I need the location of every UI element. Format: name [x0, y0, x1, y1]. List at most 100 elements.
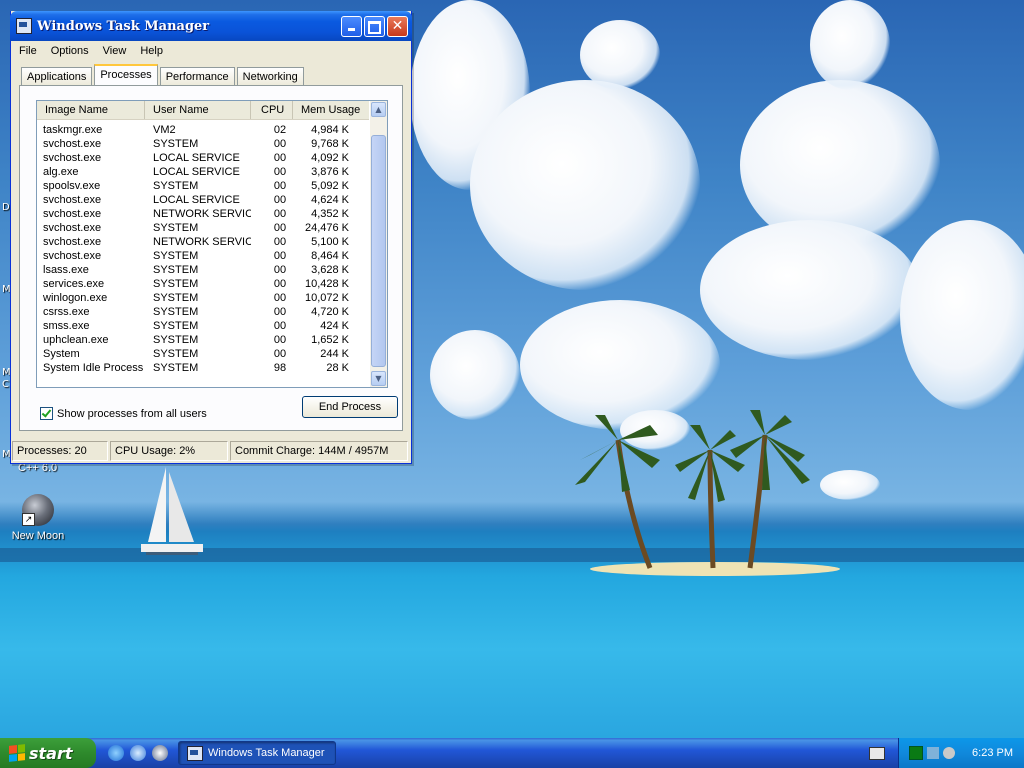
process-user-name: SYSTEM: [153, 222, 199, 234]
arrow-up-icon: ▲: [375, 105, 382, 114]
task-manager-window: Windows Task Manager ✕ File Options View…: [10, 11, 412, 464]
process-user-name: SYSTEM: [153, 348, 199, 360]
outlook-express-icon[interactable]: [130, 745, 146, 761]
scroll-thumb[interactable]: [371, 135, 386, 367]
shortcut-arrow-icon: ↗: [22, 513, 35, 526]
cloud: [820, 470, 880, 500]
keyboard-icon[interactable]: [869, 747, 885, 760]
process-row[interactable]: services.exe SYSTEM 00 10,428 K: [37, 277, 369, 291]
cpu-meter-icon[interactable]: [909, 746, 923, 760]
start-button[interactable]: start: [0, 738, 96, 768]
process-cpu: 00: [273, 306, 287, 318]
desktop-icon-new-moon[interactable]: ↗ New Moon: [8, 494, 68, 542]
process-row[interactable]: svchost.exe SYSTEM 00 9,768 K: [37, 137, 369, 151]
process-image-name: winlogon.exe: [43, 292, 108, 304]
desktop-edge-fragment: C: [2, 379, 9, 390]
menu-bar: File Options View Help: [11, 41, 411, 60]
process-mem-usage: 24,476 K: [304, 222, 349, 234]
process-row[interactable]: svchost.exe SYSTEM 00 24,476 K: [37, 221, 369, 235]
process-row[interactable]: alg.exe LOCAL SERVICE 00 3,876 K: [37, 165, 369, 179]
process-cpu: 00: [273, 180, 287, 192]
internet-explorer-icon[interactable]: [108, 745, 124, 761]
menu-file[interactable]: File: [11, 45, 43, 57]
process-mem-usage: 10,428 K: [304, 278, 349, 290]
process-image-name: svchost.exe: [43, 222, 102, 234]
tab-strip: Applications Processes Performance Netwo…: [21, 64, 306, 87]
maximize-button[interactable]: [364, 16, 385, 37]
process-row[interactable]: System Idle Process SYSTEM 98 28 K: [37, 361, 369, 375]
process-mem-usage: 4,624 K: [311, 194, 349, 206]
show-all-users-option[interactable]: Show processes from all users: [40, 407, 207, 420]
close-button[interactable]: ✕: [387, 16, 408, 37]
sailboat-image: [141, 467, 203, 555]
process-user-name: SYSTEM: [153, 292, 199, 304]
process-image-name: svchost.exe: [43, 208, 102, 220]
process-row[interactable]: svchost.exe NETWORK SERVICE 00 4,352 K: [37, 207, 369, 221]
task-manager-icon: [16, 18, 32, 34]
show-all-users-checkbox[interactable]: [40, 407, 53, 420]
process-cpu: 00: [273, 348, 287, 360]
process-cpu: 00: [273, 264, 287, 276]
taskbar-button-task-manager[interactable]: Windows Task Manager: [178, 741, 336, 765]
column-cpu[interactable]: CPU: [251, 101, 293, 119]
menu-options[interactable]: Options: [43, 45, 95, 57]
title-bar[interactable]: Windows Task Manager ✕: [10, 11, 412, 41]
moon-icon: ↗: [22, 494, 54, 526]
process-row[interactable]: svchost.exe NETWORK SERVICE 00 5,100 K: [37, 235, 369, 249]
process-cpu: 98: [273, 362, 287, 374]
process-row[interactable]: taskmgr.exe VM2 02 4,984 K: [37, 123, 369, 137]
process-mem-usage: 244 K: [320, 348, 349, 360]
column-mem-usage[interactable]: Mem Usage: [293, 101, 369, 119]
process-row[interactable]: svchost.exe LOCAL SERVICE 00 4,624 K: [37, 193, 369, 207]
system-tray: 6:23 PM: [898, 738, 1024, 768]
column-image-name[interactable]: Image Name: [37, 101, 145, 119]
process-image-name: alg.exe: [43, 166, 79, 178]
scroll-up-button[interactable]: ▲: [371, 102, 386, 117]
process-mem-usage: 8,464 K: [311, 250, 349, 262]
process-mem-usage: 28 K: [326, 362, 349, 374]
process-user-name: NETWORK SERVICE: [153, 208, 251, 220]
process-image-name: smss.exe: [43, 320, 90, 332]
process-mem-usage: 4,984 K: [311, 124, 349, 136]
process-cpu: 00: [273, 320, 287, 332]
process-mem-usage: 5,092 K: [311, 180, 349, 192]
process-row[interactable]: svchost.exe SYSTEM 00 8,464 K: [37, 249, 369, 263]
volume-icon[interactable]: [943, 747, 955, 759]
process-user-name: SYSTEM: [153, 264, 199, 276]
process-row[interactable]: uphclean.exe SYSTEM 00 1,652 K: [37, 333, 369, 347]
process-row[interactable]: spoolsv.exe SYSTEM 00 5,092 K: [37, 179, 369, 193]
process-user-name: SYSTEM: [153, 334, 199, 346]
status-bar: Processes: 20 CPU Usage: 2% Commit Charg…: [11, 440, 411, 462]
clock[interactable]: 6:23 PM: [972, 747, 1013, 759]
process-user-name: SYSTEM: [153, 320, 199, 332]
menu-help[interactable]: Help: [132, 45, 169, 57]
process-row[interactable]: System SYSTEM 00 244 K: [37, 347, 369, 361]
process-mem-usage: 424 K: [320, 320, 349, 332]
tab-networking[interactable]: Networking: [236, 67, 304, 86]
tab-processes[interactable]: Processes: [94, 64, 158, 87]
process-row[interactable]: winlogon.exe SYSTEM 00 10,072 K: [37, 291, 369, 305]
process-user-name: SYSTEM: [153, 250, 199, 262]
process-list[interactable]: Image Name User Name CPU Mem Usage taskm…: [36, 100, 388, 388]
process-row[interactable]: csrss.exe SYSTEM 00 4,720 K: [37, 305, 369, 319]
process-cpu: 00: [273, 152, 287, 164]
process-image-name: svchost.exe: [43, 250, 102, 262]
tab-applications[interactable]: Applications: [21, 67, 93, 86]
scroll-down-button[interactable]: ▼: [371, 371, 386, 386]
network-icon[interactable]: [927, 747, 939, 759]
tab-performance[interactable]: Performance: [159, 67, 235, 86]
process-cpu: 00: [273, 334, 287, 346]
minimize-button[interactable]: [341, 16, 362, 37]
vertical-scrollbar[interactable]: ▲ ▼: [370, 101, 387, 387]
status-cpu-usage: CPU Usage: 2%: [110, 441, 228, 461]
process-mem-usage: 3,628 K: [311, 264, 349, 276]
media-player-icon[interactable]: [152, 745, 168, 761]
process-row[interactable]: svchost.exe LOCAL SERVICE 00 4,092 K: [37, 151, 369, 165]
column-user-name[interactable]: User Name: [145, 101, 251, 119]
end-process-button[interactable]: End Process: [302, 396, 398, 418]
process-row[interactable]: lsass.exe SYSTEM 00 3,628 K: [37, 263, 369, 277]
cloud: [580, 20, 660, 90]
menu-view[interactable]: View: [95, 45, 133, 57]
process-rows: taskmgr.exe VM2 02 4,984 K svchost.exe SYSTEM…: [37, 123, 369, 375]
process-row[interactable]: smss.exe SYSTEM 00 424 K: [37, 319, 369, 333]
